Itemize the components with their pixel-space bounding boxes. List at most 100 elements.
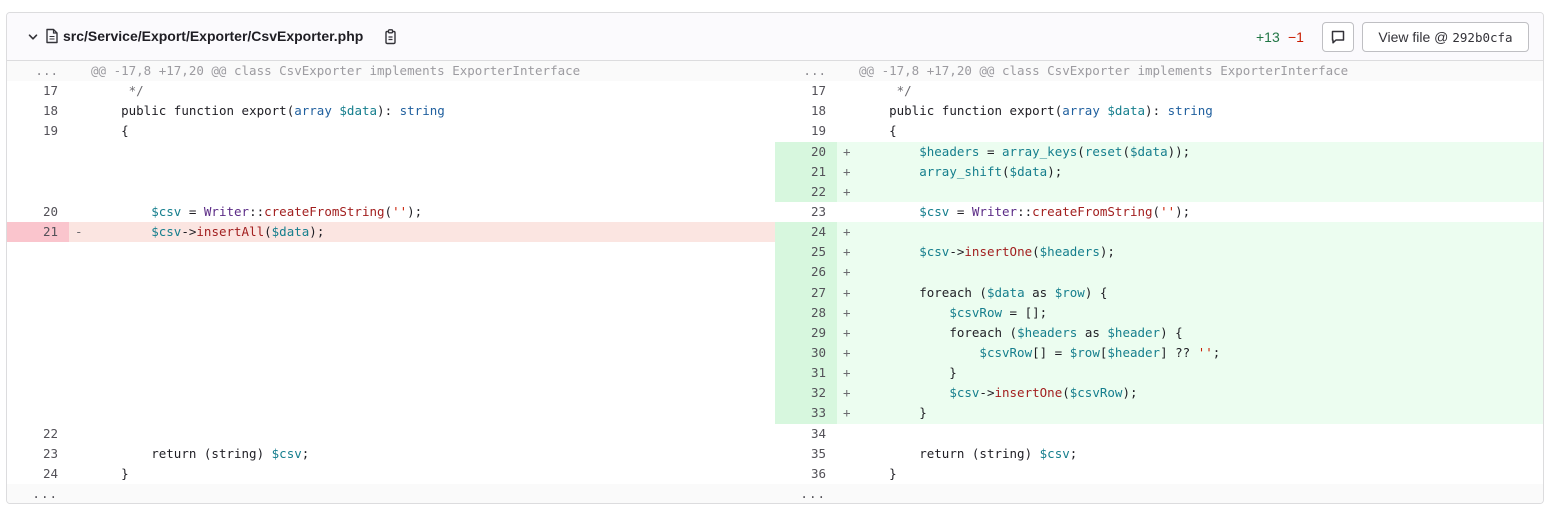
new-line-number[interactable]: 28 xyxy=(775,302,837,323)
code-token: $csv xyxy=(151,203,182,219)
code-token: function xyxy=(941,103,1003,119)
code-token: = xyxy=(949,203,972,219)
code-token: ( xyxy=(971,284,987,300)
old-code-line xyxy=(91,363,775,384)
expand-lines-bottom-old[interactable]: ... xyxy=(7,483,69,503)
code-token: $row xyxy=(1069,344,1100,360)
new-line-number[interactable]: 18 xyxy=(775,101,837,121)
new-line-number[interactable]: 36 xyxy=(775,464,837,484)
new-line-number[interactable]: 25 xyxy=(775,242,837,263)
file-icon xyxy=(45,28,59,44)
new-line-number[interactable]: 35 xyxy=(775,444,837,464)
new-code-line: foreach ($headers as $header) { xyxy=(859,322,1543,343)
old-code-line xyxy=(91,161,775,182)
new-diff-sign xyxy=(837,444,859,464)
old-line-number xyxy=(7,161,69,182)
old-code-line xyxy=(91,322,775,343)
new-diff-sign: + xyxy=(837,342,859,364)
new-line-number[interactable]: 32 xyxy=(775,383,837,404)
diff-row: 27 + foreach ($data as $row) { xyxy=(7,282,1543,303)
old-line-number xyxy=(7,181,69,202)
new-line-number[interactable]: 22 xyxy=(775,181,837,202)
code-token: ( xyxy=(1122,143,1130,159)
commit-sha: 292b0cfa xyxy=(1452,29,1513,45)
diff-row: 32 + $csv->insertOne($csvRow); xyxy=(7,383,1543,404)
old-line-number[interactable]: 21 xyxy=(7,222,69,243)
new-code-line: array_shift($data); xyxy=(859,161,1543,182)
old-line-number[interactable]: 19 xyxy=(7,121,69,141)
new-line-number[interactable]: 26 xyxy=(775,262,837,283)
code-token: '' xyxy=(1160,203,1176,219)
chevron-down-icon[interactable] xyxy=(26,30,40,44)
code-token: ); xyxy=(309,224,325,240)
code-token: Writer xyxy=(203,203,250,219)
new-code-line: return (string) $csv; xyxy=(859,444,1543,464)
code-token: $data xyxy=(1009,163,1048,179)
old-line-number[interactable]: 24 xyxy=(7,464,69,484)
code-token: ( xyxy=(1032,244,1040,260)
old-line-number[interactable]: 18 xyxy=(7,101,69,121)
new-code-line: $headers = array_keys(reset($data)); xyxy=(859,141,1543,162)
new-line-number[interactable]: 29 xyxy=(775,322,837,343)
copy-to-clipboard-icon[interactable] xyxy=(383,28,399,46)
new-line-number[interactable]: 21 xyxy=(775,161,837,182)
code-token: $csvRow xyxy=(949,304,1002,320)
old-diff-sign: - xyxy=(69,222,91,243)
old-line-number[interactable]: 20 xyxy=(7,202,69,222)
code-token: } xyxy=(91,465,129,481)
code-token: ); xyxy=(1099,244,1115,260)
new-line-number[interactable]: 34 xyxy=(775,424,837,444)
new-line-number[interactable]: 19 xyxy=(775,121,837,141)
new-line-number[interactable]: 27 xyxy=(775,282,837,303)
code-token: (string) xyxy=(964,445,1040,461)
new-code-line: $csvRow = []; xyxy=(859,302,1543,323)
new-diff-sign xyxy=(837,464,859,484)
code-token: ( xyxy=(1002,324,1018,340)
expand-lines-new[interactable]: ... xyxy=(775,61,837,82)
code-token: function xyxy=(173,103,235,119)
code-token: '' xyxy=(1197,344,1213,360)
new-diff-sign: + xyxy=(837,262,859,283)
expand-lines-old[interactable]: ... xyxy=(7,61,69,82)
new-line-number[interactable]: 30 xyxy=(775,342,837,364)
new-line-number[interactable]: 17 xyxy=(775,81,837,101)
old-line-number xyxy=(7,342,69,364)
old-line-number[interactable]: 22 xyxy=(7,424,69,444)
old-code-line: */ xyxy=(91,81,775,101)
code-token: ( xyxy=(1152,203,1161,219)
expand-lines-bottom-new[interactable]: ... xyxy=(775,483,837,503)
code-token: (string) xyxy=(196,445,272,461)
code-token: '' xyxy=(392,203,408,219)
new-diff-sign xyxy=(837,121,859,141)
comment-button[interactable] xyxy=(1322,22,1354,52)
file-path[interactable]: src/Service/Export/Exporter/CsvExporter.… xyxy=(63,27,363,45)
code-token: $csv xyxy=(151,224,182,240)
new-line-number[interactable]: 31 xyxy=(775,363,837,384)
old-code-line xyxy=(91,141,775,162)
code-token: ); xyxy=(1047,163,1063,179)
code-token: ( xyxy=(1077,143,1085,159)
code-token: ; xyxy=(1212,344,1221,360)
code-token: :: xyxy=(1017,203,1033,219)
additions-count: +13 xyxy=(1256,29,1280,45)
old-line-number[interactable]: 17 xyxy=(7,81,69,101)
code-token: as xyxy=(1084,324,1100,340)
new-line-number[interactable]: 33 xyxy=(775,403,837,424)
new-code-line: $csv->insertOne($headers); xyxy=(859,242,1543,263)
new-line-number[interactable]: 23 xyxy=(775,202,837,222)
code-token: $row xyxy=(1054,284,1085,300)
view-file-button[interactable]: View file @292b0cfa xyxy=(1362,22,1529,52)
old-line-number[interactable]: 23 xyxy=(7,444,69,464)
code-token: ); xyxy=(1122,385,1138,401)
old-diff-sign xyxy=(69,141,91,162)
code-token: $csv xyxy=(271,445,302,461)
new-line-number[interactable]: 24 xyxy=(775,222,837,243)
new-line-number[interactable]: 20 xyxy=(775,141,837,162)
code-token: Writer xyxy=(971,203,1018,219)
code-token: */ xyxy=(91,83,144,99)
